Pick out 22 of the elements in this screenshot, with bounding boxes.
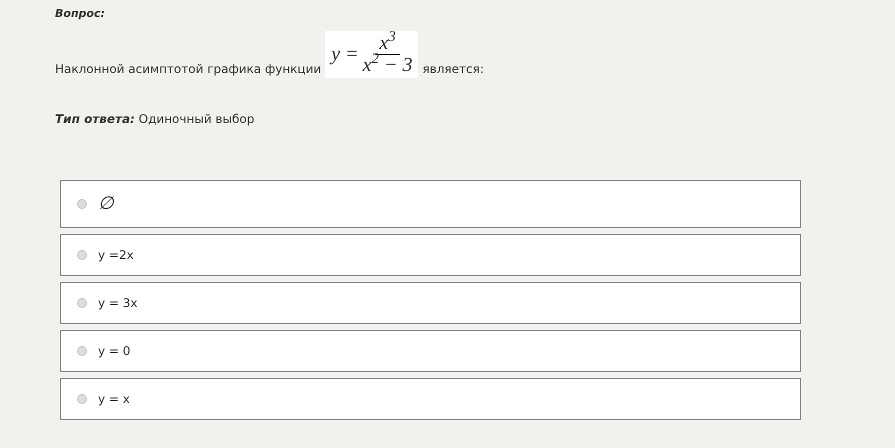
answer-option[interactable]: ∅ [60,180,801,228]
answer-type: Тип ответа: Одиночный выбор [55,110,256,128]
answer-option[interactable]: y = x [60,378,801,420]
option-text: y =2x [98,246,134,264]
option-text: y = x [98,390,130,408]
radio-button[interactable] [77,394,87,404]
option-text: y = 0 [98,342,130,360]
radio-button[interactable] [77,298,87,308]
radio-button[interactable] [77,198,87,208]
question-text: Наклонной асимптотой графика функции [55,60,322,78]
question-label: Вопрос: [55,6,106,22]
formula-lhs: y = [331,42,359,67]
radio-button[interactable] [77,346,87,356]
radio-button[interactable] [77,250,87,260]
answer-option[interactable]: y =2x [60,234,801,276]
option-symbol: ∅ [98,192,114,216]
question-text: является: [422,60,484,78]
answer-option[interactable]: y = 0 [60,330,801,372]
option-text: y = 3x [98,294,138,312]
formula-denominator: x$^{2}$ − 3 [362,54,412,76]
answer-option[interactable]: y = 3x [60,282,801,324]
formula-numerator: x$^{3}$ [375,32,400,54]
